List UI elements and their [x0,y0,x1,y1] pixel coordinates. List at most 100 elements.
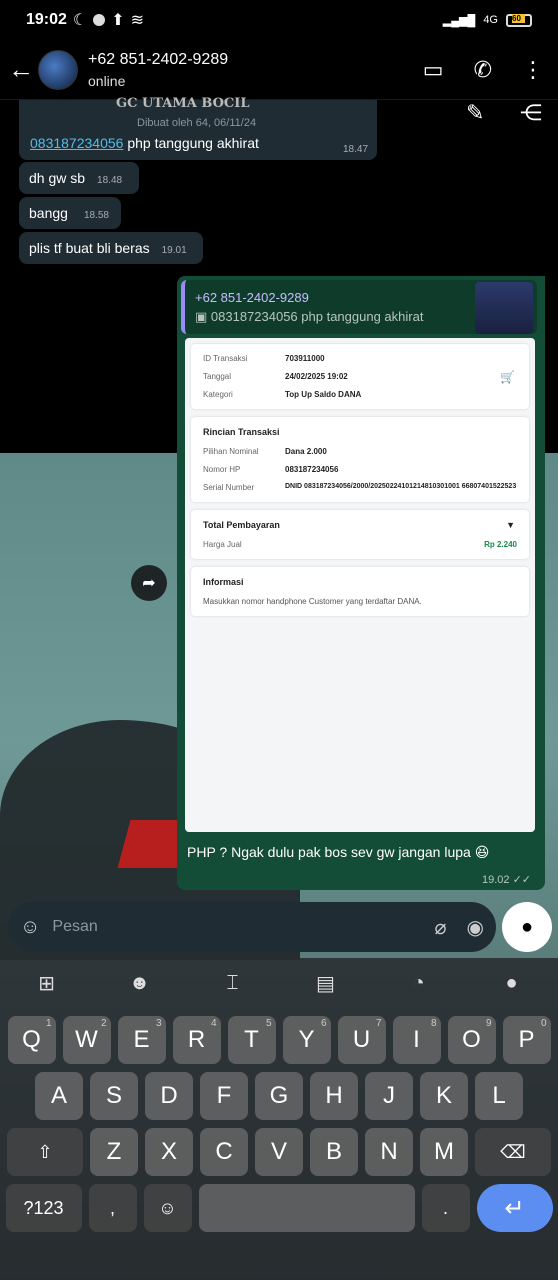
shift-icon: ⇧ [37,1141,53,1162]
symbols-key[interactable]: ?123 [5,1184,82,1232]
key[interactable]: K [420,1072,468,1120]
back-arrow-icon[interactable]: ← [8,54,34,85]
key[interactable]: P0 [502,1016,551,1064]
receipt-image[interactable]: ID Transaksi 703911000 Tanggal 24/02/2025 … [185,338,535,832]
status-time: 19:02 [26,11,67,28]
key[interactable]: B [310,1128,358,1176]
video-call-icon[interactable]: ▭ [423,57,444,83]
enter-key[interactable]: ↵ [476,1184,553,1232]
key[interactable]: V [255,1128,303,1176]
share-icon[interactable]: ⋲ [520,100,542,126]
info-card: Informasi Masukkan nomor handphone Custo… [191,567,529,616]
quote-thumbnail [475,282,533,334]
sticker-icon[interactable]: ☺ [20,916,40,939]
emoji-key[interactable]: ☺ [143,1184,192,1232]
sticker-icon[interactable]: ☻ [122,972,158,995]
cart-icon: 🛒 [500,370,515,384]
outgoing-image-message[interactable]: +62 851-2402-9289 ▣ 083187234056 php tan… [177,276,545,890]
contact-info[interactable]: +62 851-2402-9289 online [88,51,228,89]
shift-key[interactable]: ⇧ [7,1128,83,1176]
key[interactable]: C [200,1128,248,1176]
key[interactable]: U7 [337,1016,386,1064]
message-bubble[interactable]: dh gw sb 18.48 [19,162,139,194]
chat-header: ← +62 851-2402-9289 online ▭ ✆ ⋮ [0,40,558,100]
phone-link[interactable]: 083187234056 [30,135,123,151]
upload-icon: ⬆ [111,12,125,29]
more-options-icon[interactable]: ⋮ [522,57,544,83]
backspace-key[interactable]: ⌫ [475,1128,551,1176]
key[interactable]: J [365,1072,413,1120]
camera-icon[interactable]: ◉ [467,915,484,940]
key[interactable]: N [365,1128,413,1176]
key[interactable]: D [145,1072,193,1120]
attach-icon[interactable]: ⌀ [435,915,447,940]
key[interactable]: O9 [447,1016,496,1064]
key[interactable]: A [35,1072,83,1120]
key-row: ⇧ Z X C V B N M ⌫ [0,1128,558,1176]
avatar[interactable] [38,49,78,90]
key[interactable]: S [90,1072,138,1120]
cast-icon: ≋ [130,12,145,29]
key[interactable]: I8 [392,1016,441,1064]
key[interactable]: X [145,1128,193,1176]
message-time: 19.01 [161,245,187,256]
key-row: A S D F G H J K L [0,1072,558,1120]
message-text: 083187234056 php tanggung akhirat [30,135,259,151]
message-input[interactable]: Pesan [52,918,414,936]
contact-status: online [88,72,126,89]
clipboard-icon[interactable]: ▤ [308,971,344,996]
caret-down-icon: ▼ [506,520,515,530]
status-bar: 19:02 ☾ ⬆ ≋ ▂▄▆█ 4G 60 [0,0,558,40]
key[interactable]: R4 [172,1016,221,1064]
apps-grid-icon[interactable]: ⊞ [29,971,65,996]
key[interactable]: G [255,1072,303,1120]
key[interactable]: T5 [227,1016,276,1064]
key[interactable]: F [200,1072,248,1120]
message-time: 19.02 ✓✓ [481,874,531,886]
status-icons: ☾ ⬆ ≋ [73,10,144,30]
mic-button[interactable]: ● [502,902,552,952]
message-text: dh gw sb [29,170,86,186]
notification-dot-icon [93,14,106,26]
comma-key[interactable]: , [88,1184,137,1232]
text-cursor-icon[interactable]: ⌶ [215,972,251,995]
forward-icon[interactable]: ➦ [131,565,167,601]
group-title: GC UTAMA BOCIL [116,96,250,111]
mic-icon[interactable]: ● [494,972,530,995]
backspace-icon: ⌫ [500,1141,526,1162]
emoji-icon: ☺ [158,1197,177,1218]
double-check-icon: ✓✓ [512,874,531,886]
rincian-card: Rincian Transaksi Pilihan Nominal Dana 2.… [191,417,529,502]
key[interactable]: E3 [117,1016,166,1064]
quote-text: 083187234056 php tanggung akhirat [210,309,424,324]
key-row: ?123 , ☺ . ↵ [0,1184,558,1232]
key[interactable]: Y6 [282,1016,331,1064]
message-bubble[interactable]: bangg 18.58 [19,197,121,229]
key[interactable]: Q1 [7,1016,56,1064]
mic-icon: ● [520,915,534,938]
image-caption: PHP ? Ngak dulu pak bos sev gw jangan lu… [187,844,490,860]
group-created-by: Dibuat oleh 64, 06/11/24 [137,117,257,129]
message-time: 18.47 [343,144,369,155]
space-key[interactable] [198,1184,415,1232]
message-time: 18.58 [83,210,109,221]
palette-icon[interactable]: ◔ [401,972,437,995]
contact-name: +62 851-2402-9289 [88,50,229,68]
phone-icon[interactable]: ✆ [474,57,492,83]
message-bubble[interactable]: plis tf buat bli beras 19.01 [19,232,203,264]
message-text: bangg [29,205,68,221]
key[interactable]: M [420,1128,468,1176]
key[interactable]: Z [90,1128,138,1176]
keyboard-toolbar: ⊞ ☻ ⌶ ▤ ◔ ● [0,958,558,1008]
moon-icon: ☾ [72,12,88,29]
period-key[interactable]: . [421,1184,470,1232]
key[interactable]: W2 [62,1016,111,1064]
key[interactable]: H [310,1072,358,1120]
key[interactable]: L [475,1072,523,1120]
reply-quote[interactable]: +62 851-2402-9289 ▣ 083187234056 php tan… [181,280,537,334]
image-icon: ▣ [195,309,211,324]
network-type: 4G [483,14,498,26]
message-text: plis tf buat bli beras [29,240,150,256]
total-card: Total Pembayaran Harga Jual Rp 2.240 ▼ [191,510,529,559]
pencil-icon[interactable]: ✎ [466,100,484,126]
